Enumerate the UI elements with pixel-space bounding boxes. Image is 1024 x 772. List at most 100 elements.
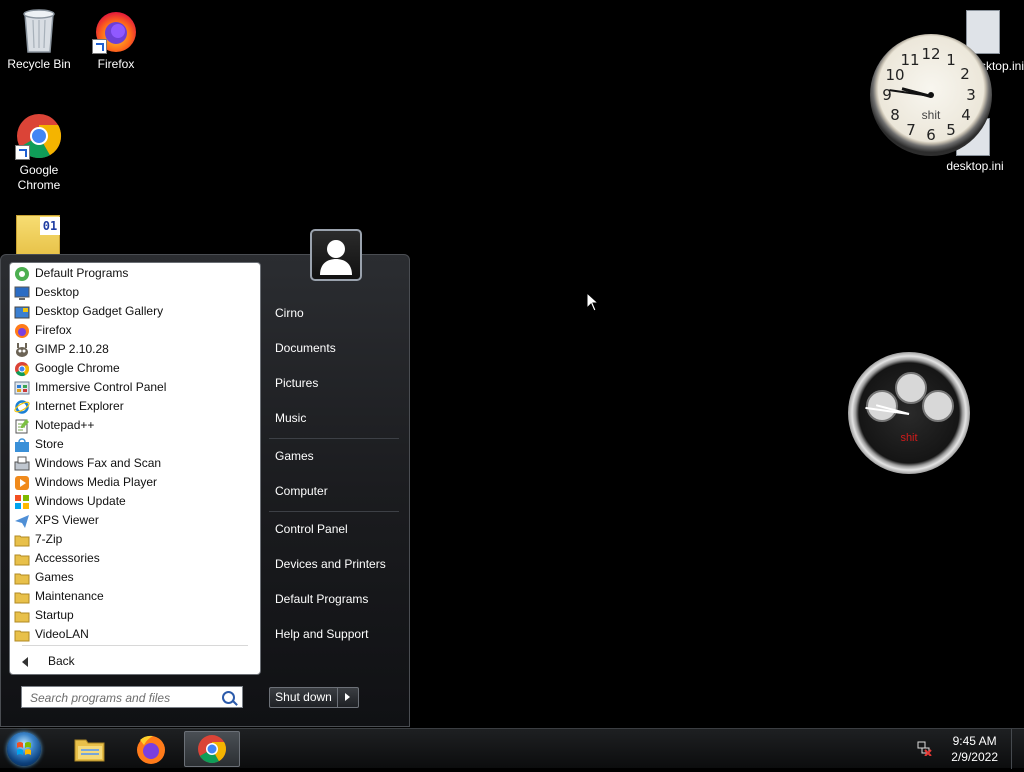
program-label: Desktop Gadget Gallery [35,304,164,318]
program-label: Notepad++ [35,418,95,432]
chrome-icon [15,112,63,160]
folder-icon [14,589,30,605]
firefox-icon [92,6,140,54]
desktop-icon-google-chrome[interactable]: Google Chrome [1,112,77,193]
file-explorer-icon [74,739,105,762]
start-right-help-and-support[interactable]: Help and Support [275,624,368,644]
settings-file-icon [966,10,1000,54]
program-label: Windows Update [35,494,126,508]
desktop-ini-label: desktop.ini [946,159,1004,173]
program-desktop-gadget-gallery[interactable]: Desktop Gadget Gallery [14,302,254,321]
start-menu: Default Programs Desktop Desktop Gadget … [0,229,410,727]
start-right-devices-and-printers[interactable]: Devices and Printers [275,554,386,574]
program-store[interactable]: Store [14,435,254,454]
program-folder-maintenance[interactable]: Maintenance [14,587,254,606]
program-gimp[interactable]: GIMP 2.10.28 [14,340,254,359]
taskbar-chrome[interactable] [184,731,240,767]
clock-label: shit [900,432,918,444]
start-right-games[interactable]: Games [275,446,314,466]
shortcut-arrow-icon [92,39,107,54]
program-windows-fax-and-scan[interactable]: Windows Fax and Scan [14,454,254,473]
program-immersive-control-panel[interactable]: Immersive Control Panel [14,378,254,397]
firefox-icon [137,735,165,764]
start-button-orb-icon[interactable] [7,732,41,766]
program-desktop[interactable]: Desktop [14,283,254,302]
program-folder-videolan[interactable]: VideoLAN [14,625,254,644]
start-right-music[interactable]: Music [275,408,306,428]
network-disconnected-icon[interactable] [916,740,932,757]
google-chrome-label: Google Chrome [17,163,61,192]
windows-logo-icon [17,742,31,755]
back-label: Back [48,654,75,668]
search-input[interactable] [28,688,222,708]
program-xps-viewer[interactable]: XPS Viewer [14,511,254,530]
program-folder-accessories[interactable]: Accessories [14,549,254,568]
chronograph-clock-gadget[interactable]: shit [848,352,970,474]
program-windows-update[interactable]: Windows Update [14,492,254,511]
right-pane-separator [269,511,399,512]
gadget-gallery-icon [14,304,30,320]
program-windows-media-player[interactable]: Windows Media Player [14,473,254,492]
clock-center-pin [928,92,934,98]
program-label: Maintenance [35,589,104,603]
programs-pane: Default Programs Desktop Desktop Gadget … [9,262,261,675]
clock-number: 12 [921,45,941,63]
folder-icon [14,627,30,643]
shortcut-arrow-icon [15,145,30,160]
program-folder-startup[interactable]: Startup [14,606,254,625]
recycle-bin-icon [15,6,63,54]
programs-separator [22,645,248,646]
taskbar-clock[interactable]: 9:45 AM 2/9/2022 [951,733,998,765]
clock-number: 3 [966,86,976,104]
program-label: 7-Zip [35,532,63,546]
folder-icon [14,570,30,586]
taskbar-firefox[interactable] [123,731,179,767]
user-avatar[interactable] [310,229,362,281]
start-right-pictures[interactable]: Pictures [275,373,318,393]
program-default-programs[interactable]: Default Programs [14,264,254,283]
start-right-default-programs[interactable]: Default Programs [275,589,368,609]
show-desktop-button[interactable] [1011,729,1024,769]
search-box [21,686,243,708]
binary-file-icon[interactable]: 01 [14,215,62,255]
program-label: Default Programs [35,266,129,280]
search-icon[interactable] [222,691,235,704]
windows-update-icon [14,494,30,510]
program-label: Immersive Control Panel [35,380,167,394]
program-label: Accessories [35,551,100,565]
control-panel-icon [14,380,30,396]
program-firefox[interactable]: Firefox [14,321,254,340]
desktop-icon-recycle-bin[interactable]: Recycle Bin [1,6,77,72]
firefox-label: Firefox [97,57,135,71]
program-google-chrome[interactable]: Google Chrome [14,359,254,378]
folder-icon [14,551,30,567]
program-folder-games[interactable]: Games [14,568,254,587]
taskbar-file-explorer[interactable] [62,731,118,767]
program-label: Games [35,570,74,584]
analog-clock-gadget[interactable]: 12 1 2 3 4 5 6 7 8 9 10 11 shit [870,34,992,156]
shutdown-options-arrow-icon[interactable] [338,687,359,708]
program-notepad-plus-plus[interactable]: Notepad++ [14,416,254,435]
folder-icon [14,532,30,548]
program-label: Windows Media Player [35,475,158,489]
program-label: Windows Fax and Scan [35,456,162,470]
start-right-computer[interactable]: Computer [275,481,328,501]
shutdown-group: Shut down [269,687,359,708]
program-folder-7-zip[interactable]: 7-Zip [14,530,254,549]
start-right-cirno[interactable]: Cirno [275,303,304,323]
program-label: Store [35,437,64,451]
program-internet-explorer[interactable]: Internet Explorer [14,397,254,416]
start-right-documents[interactable]: Documents [275,338,336,358]
taskbar: 9:45 AM 2/9/2022 [0,728,1024,769]
fax-icon [14,456,30,472]
shutdown-button[interactable]: Shut down [269,687,338,708]
program-label: VideoLAN [35,627,89,641]
back-button[interactable]: Back [22,651,75,671]
clock-time: 9:45 AM [952,734,997,748]
media-player-icon [14,475,30,491]
xps-icon [14,513,30,529]
back-arrow-icon [22,656,28,667]
desktop-icon-firefox[interactable]: Firefox [78,6,154,72]
default-programs-icon [14,266,30,282]
start-right-control-panel[interactable]: Control Panel [275,519,348,539]
